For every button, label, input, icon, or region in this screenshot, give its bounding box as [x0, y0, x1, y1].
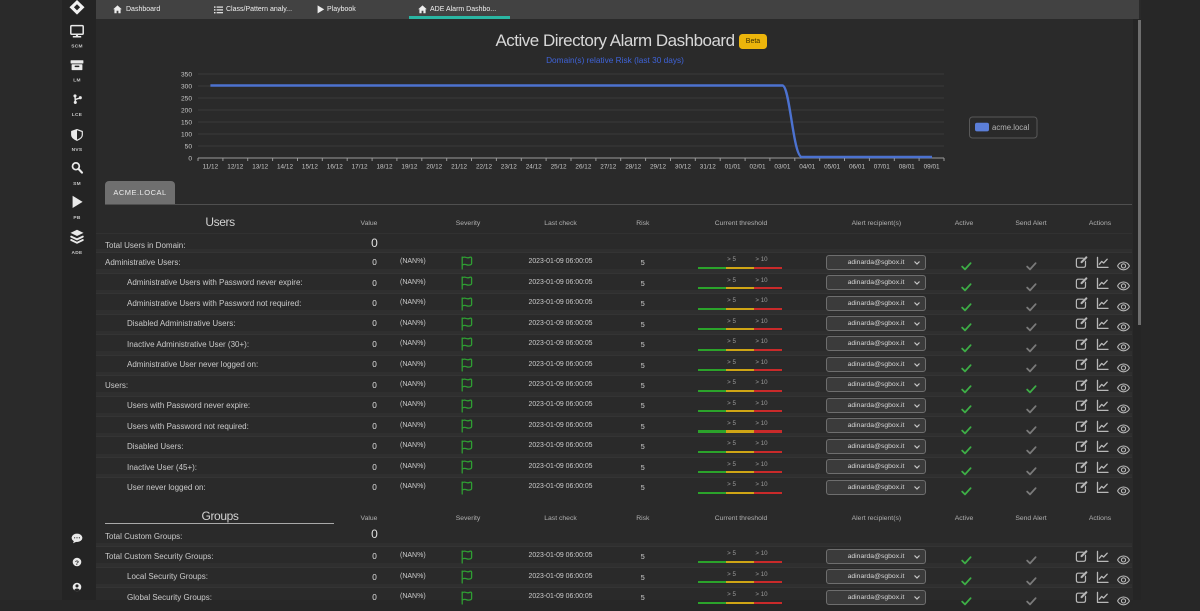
svg-text:LCE: LCE — [72, 112, 83, 118]
svg-text:19/12: 19/12 — [401, 164, 417, 171]
svg-text:15/12: 15/12 — [302, 164, 318, 171]
svg-text:05/01: 05/01 — [824, 164, 840, 171]
svg-text:16/12: 16/12 — [327, 164, 343, 171]
svg-text:25/12: 25/12 — [551, 164, 567, 171]
svg-text:30/12: 30/12 — [675, 164, 691, 171]
svg-text:350: 350 — [181, 71, 192, 78]
svg-text:29/12: 29/12 — [650, 164, 666, 171]
svg-text:100: 100 — [181, 131, 192, 138]
svg-text:23/12: 23/12 — [501, 164, 517, 171]
svg-text:50: 50 — [185, 143, 193, 150]
svg-text:250: 250 — [181, 95, 192, 102]
svg-text:31/12: 31/12 — [700, 164, 716, 171]
svg-text:06/01: 06/01 — [849, 164, 865, 171]
svg-text:0: 0 — [188, 155, 192, 162]
svg-text:acme.local: acme.local — [992, 123, 1030, 132]
svg-text:300: 300 — [181, 83, 192, 90]
svg-text:PB: PB — [73, 215, 80, 221]
svg-text:24/12: 24/12 — [526, 164, 542, 171]
svg-text:12/12: 12/12 — [227, 164, 243, 171]
svg-text:NVS: NVS — [72, 147, 83, 153]
svg-text:21/12: 21/12 — [451, 164, 467, 171]
svg-text:01/01: 01/01 — [725, 164, 741, 171]
svg-text:11/12: 11/12 — [203, 164, 219, 171]
svg-text:02/01: 02/01 — [750, 164, 766, 171]
svg-text:SM: SM — [73, 181, 81, 187]
svg-text:150: 150 — [181, 119, 192, 126]
svg-text:20/12: 20/12 — [426, 164, 442, 171]
svg-text:SCM: SCM — [71, 43, 83, 49]
svg-text:200: 200 — [181, 107, 192, 114]
svg-text:LM: LM — [73, 77, 81, 83]
svg-text:28/12: 28/12 — [625, 164, 641, 171]
svg-text:17/12: 17/12 — [352, 164, 368, 171]
svg-text:08/01: 08/01 — [899, 164, 915, 171]
svg-text:18/12: 18/12 — [377, 164, 393, 171]
svg-text:?: ? — [75, 560, 79, 567]
svg-text:26/12: 26/12 — [575, 164, 591, 171]
svg-text:13/12: 13/12 — [252, 164, 268, 171]
svg-text:07/01: 07/01 — [874, 164, 890, 171]
svg-text:04/01: 04/01 — [799, 164, 815, 171]
svg-text:ADE: ADE — [71, 250, 83, 256]
svg-text:14/12: 14/12 — [277, 164, 293, 171]
svg-text:27/12: 27/12 — [600, 164, 616, 171]
svg-text:03/01: 03/01 — [774, 164, 790, 171]
svg-text:09/01: 09/01 — [924, 164, 940, 171]
svg-text:22/12: 22/12 — [476, 164, 492, 171]
